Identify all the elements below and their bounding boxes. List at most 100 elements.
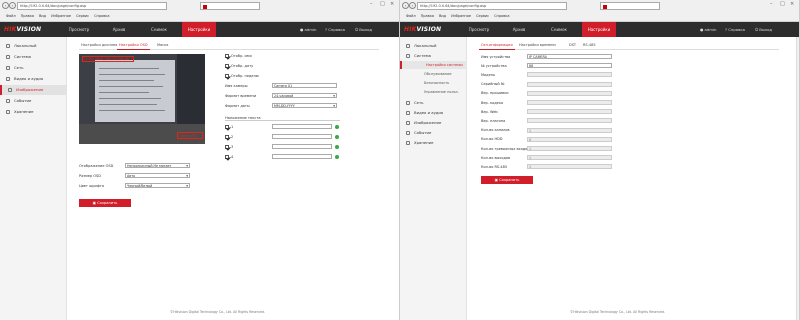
address-bar[interactable]: http://192.0.0.64/doc/page/config.asp — [17, 2, 167, 10]
nav-live-view[interactable]: Просмотр — [62, 22, 96, 37]
tab-osd-settings[interactable]: Настройки OSD — [117, 40, 150, 50]
browser-tab[interactable] — [600, 2, 660, 10]
address-bar[interactable]: http://192.0.0.64/doc/page/config.asp — [417, 2, 567, 10]
save-button[interactable]: ▣ Сохранить — [481, 176, 533, 184]
sidebar-item-network[interactable]: Сеть — [0, 63, 67, 73]
sidebar-item-system-settings[interactable]: Настройки системы — [400, 61, 467, 69]
sidebar-item-image[interactable]: Изображение — [400, 118, 467, 128]
back-icon[interactable]: ‹ — [2, 2, 9, 9]
overlay-3-checkbox[interactable] — [225, 145, 229, 149]
menu-item[interactable]: Правка — [21, 14, 34, 18]
overlay-4-checkbox[interactable] — [225, 155, 229, 159]
sidebar-item-image[interactable]: Изображение — [0, 85, 67, 95]
sidebar-item-local[interactable]: Локальный — [400, 41, 467, 51]
hikvision-logo: HIKVISION — [404, 26, 442, 33]
camera-name-input[interactable]: Camera 01 — [272, 83, 337, 88]
menu-item[interactable]: Файл — [406, 14, 416, 18]
nav-playback[interactable]: Архив — [502, 22, 536, 37]
nav-configuration[interactable]: Настройки — [582, 22, 616, 37]
menu-item[interactable]: Избранное — [51, 14, 71, 18]
menu-item[interactable]: Справка — [94, 14, 109, 18]
save-button[interactable]: ▣ Сохранить — [79, 199, 131, 207]
font-color-select[interactable]: Черный/белый — [125, 183, 190, 188]
menu-item[interactable]: Вид — [39, 14, 46, 18]
sidebar-item-event[interactable]: Событие — [400, 128, 467, 138]
osd-mode-select[interactable]: Непрозрачный,Не мигает — [125, 163, 190, 168]
sidebar-item-user-management[interactable]: Управление польз. — [400, 88, 467, 96]
overlay-2-input[interactable] — [272, 134, 332, 139]
tab-time-settings[interactable]: Настройки времени — [517, 40, 558, 50]
copyright-footer: ©Hikvision Digital Technology Co., Ltd. … — [570, 310, 665, 314]
minimize-icon[interactable]: – — [770, 1, 773, 7]
tab-dst[interactable]: DST — [567, 40, 578, 50]
sidebar-item-storage[interactable]: Хранение — [400, 138, 467, 148]
sidebar-item-label: Сеть — [14, 65, 24, 70]
menu-item[interactable]: Правка — [421, 14, 434, 18]
sidebar-item-system[interactable]: Система — [0, 52, 67, 62]
show-week-checkbox[interactable] — [225, 74, 229, 78]
tab-display-settings[interactable]: Настройки дисплея — [79, 40, 119, 50]
time-format-select[interactable]: 24-часовой — [272, 93, 337, 98]
nav-live-view[interactable]: Просмотр — [462, 22, 496, 37]
sidebar-item-local[interactable]: Локальный — [0, 41, 67, 51]
sidebar-item-network[interactable]: Сеть — [400, 98, 467, 108]
nav-picture[interactable]: Снимок — [542, 22, 576, 37]
tab-rs485[interactable]: RS-485 — [581, 40, 598, 50]
field-input[interactable]: IP CAMERA — [527, 54, 612, 59]
menu-item[interactable]: Сервис — [76, 14, 89, 18]
left-browser-window: ‹ › http://192.0.0.64/doc/page/config.as… — [0, 0, 400, 320]
menu-item[interactable]: Файл — [6, 14, 16, 18]
logout-link[interactable]: ⏻ Выход — [755, 22, 772, 37]
overlay-4-input[interactable] — [272, 154, 332, 159]
forward-icon[interactable]: › — [409, 2, 416, 9]
nav-configuration[interactable]: Настройки — [182, 22, 216, 37]
sidebar-item-video-audio[interactable]: Видео и аудио — [400, 108, 467, 118]
sidebar-item-storage[interactable]: Хранение — [0, 107, 67, 117]
nav-picture[interactable]: Снимок — [142, 22, 176, 37]
forward-icon[interactable]: › — [9, 2, 16, 9]
show-name-checkbox[interactable] — [225, 54, 229, 58]
page-scrollbar[interactable] — [796, 37, 799, 320]
sidebar-item-maintenance[interactable]: Обслуживание — [400, 70, 467, 78]
preview-line — [99, 68, 159, 69]
date-format-select[interactable]: MM-DD-YYYY — [272, 103, 337, 108]
close-icon[interactable]: × — [390, 1, 394, 7]
overlay-3-input[interactable] — [272, 144, 332, 149]
menu-item[interactable]: Справка — [494, 14, 509, 18]
field-input — [527, 109, 612, 115]
sidebar-item-system[interactable]: Система — [400, 51, 467, 61]
sidebar-item-label: Видео и аудио — [414, 110, 444, 115]
show-date-checkbox[interactable] — [225, 64, 229, 68]
menu-item[interactable]: Сервис — [476, 14, 489, 18]
close-icon[interactable]: × — [790, 1, 794, 7]
sidebar-item-event[interactable]: Событие — [0, 96, 67, 106]
menu-item[interactable]: Избранное — [451, 14, 471, 18]
sidebar-item-security[interactable]: Безопасность — [400, 79, 467, 87]
back-icon[interactable]: ‹ — [402, 2, 409, 9]
text-overlay-header: Наложение текста — [225, 116, 340, 121]
field-label: Имя устройства — [481, 54, 511, 59]
main-content: Осн.информация Настройки времени DST RS-… — [467, 37, 799, 320]
minimize-icon[interactable]: – — [370, 1, 373, 7]
overlay-1-input[interactable] — [272, 124, 332, 129]
nav-playback[interactable]: Архив — [102, 22, 136, 37]
osd-datetime-box[interactable] — [82, 56, 134, 62]
sidebar-item-video-audio[interactable]: Видео и аудио — [0, 74, 67, 84]
browser-tab[interactable] — [200, 2, 260, 10]
maximize-icon[interactable]: □ — [380, 1, 385, 7]
maximize-icon[interactable]: □ — [780, 1, 785, 7]
overlay-1-checkbox[interactable] — [225, 125, 229, 129]
overlay-2-checkbox[interactable] — [225, 135, 229, 139]
osd-size-select[interactable]: Авто — [125, 173, 190, 178]
date-format-label: Формат даты — [225, 104, 250, 108]
logout-link[interactable]: ⏻ Выход — [355, 22, 372, 37]
video-preview[interactable]: 11-24-2016 Thu 12:26:16 Camera 01 — [79, 54, 205, 144]
tab-basic-info[interactable]: Осн.информация — [479, 40, 515, 50]
tab-privacy-mask[interactable]: Маска — [155, 40, 170, 50]
field-input[interactable]: 88 — [527, 63, 612, 69]
sub-tabs: Осн.информация Настройки времени DST RS-… — [479, 40, 779, 50]
osd-camera-name-box[interactable] — [177, 132, 203, 139]
menu-item[interactable]: Вид — [439, 14, 446, 18]
help-link[interactable]: ? Справка — [325, 22, 345, 37]
help-link[interactable]: ? Справка — [725, 22, 745, 37]
